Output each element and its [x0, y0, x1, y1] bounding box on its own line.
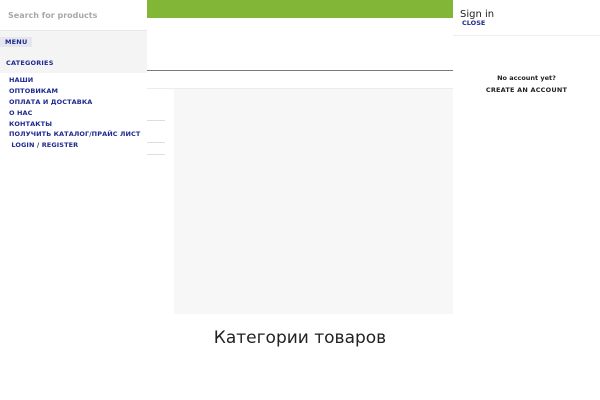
- search-input[interactable]: [6, 7, 144, 23]
- category-heading: Категории товаров: [213, 328, 387, 348]
- tab-categories[interactable]: CATEGORIES: [6, 59, 54, 67]
- tab-menu[interactable]: MENU: [0, 37, 33, 47]
- header-divider: [147, 70, 453, 71]
- divider-stub: [147, 142, 165, 143]
- menu-item-contacts[interactable]: КОНТАКТЫ: [9, 120, 52, 128]
- create-account-link[interactable]: CREATE AN ACCOUNT: [453, 86, 600, 94]
- divider-stub: [147, 120, 165, 121]
- menu-item-wholesale[interactable]: ОПТОВИКАМ: [9, 87, 58, 95]
- menu-item-login-register[interactable]: LOGIN / REGISTER: [9, 141, 78, 149]
- divider-stub: [147, 154, 165, 155]
- close-button[interactable]: CLOSE: [462, 19, 485, 27]
- signin-panel: Sign in CLOSE No account yet? CREATE AN …: [453, 0, 600, 400]
- menu-item-nashi[interactable]: НАШИ: [9, 76, 33, 84]
- menu-item-about[interactable]: О НАС: [9, 109, 33, 117]
- no-account-text: No account yet?: [497, 74, 556, 82]
- search-form: [0, 0, 147, 31]
- mobile-side-menu: MENU CATEGORIES НАШИ ОПТОВИКАМ ОПЛАТА И …: [0, 0, 147, 400]
- menu-item-catalog[interactable]: ПОЛУЧИТЬ КАТАЛОГ/ПРАЙС ЛИСТ: [9, 130, 140, 138]
- menu-item-payment-delivery[interactable]: ОПЛАТА И ДОСТАВКА: [9, 98, 92, 106]
- menu-tabs: MENU CATEGORIES: [0, 31, 147, 73]
- content-placeholder: [174, 89, 453, 314]
- signin-header: Sign in CLOSE: [453, 0, 600, 36]
